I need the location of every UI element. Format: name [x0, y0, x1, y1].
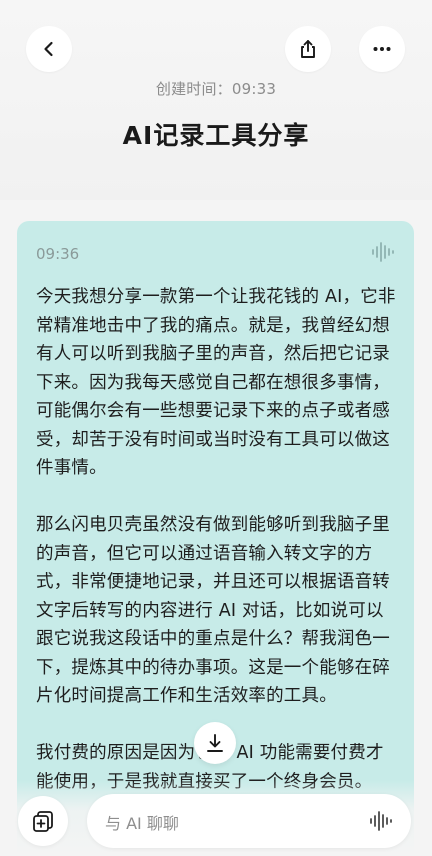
- waveform-icon[interactable]: [371, 240, 395, 264]
- share-button[interactable]: [285, 26, 331, 72]
- add-note-icon: [33, 811, 53, 832]
- created-label: 创建时间：: [155, 80, 232, 98]
- voice-waveform-icon[interactable]: [369, 809, 393, 833]
- add-note-button[interactable]: [18, 796, 68, 846]
- created-time: 09:33: [231, 80, 277, 98]
- ellipsis-icon: [373, 47, 391, 51]
- ai-chat-input[interactable]: 与 AI 聊聊: [87, 794, 411, 848]
- more-button[interactable]: [359, 26, 405, 72]
- page-title: AI记录工具分享: [122, 121, 310, 150]
- note-time: 09:36: [36, 245, 80, 263]
- note-paragraph: 今天我想分享一款第一个让我花钱的 AI，它非常精准地击中了我的痛点。就是，我曾经…: [36, 287, 396, 478]
- scroll-to-bottom-button[interactable]: [194, 722, 236, 764]
- chevron-left-icon: [44, 41, 53, 57]
- share-icon: [301, 40, 315, 58]
- note-paragraph: 那么闪电贝壳虽然没有做到能够听到我脑子里的声音，但它可以通过语音输入转文字的方式…: [36, 515, 390, 706]
- back-button[interactable]: [26, 26, 72, 72]
- arrow-down-icon: [207, 734, 223, 752]
- created-time-line: 创建时间：09:33: [0, 78, 432, 99]
- chat-placeholder: 与 AI 聊聊: [105, 814, 179, 833]
